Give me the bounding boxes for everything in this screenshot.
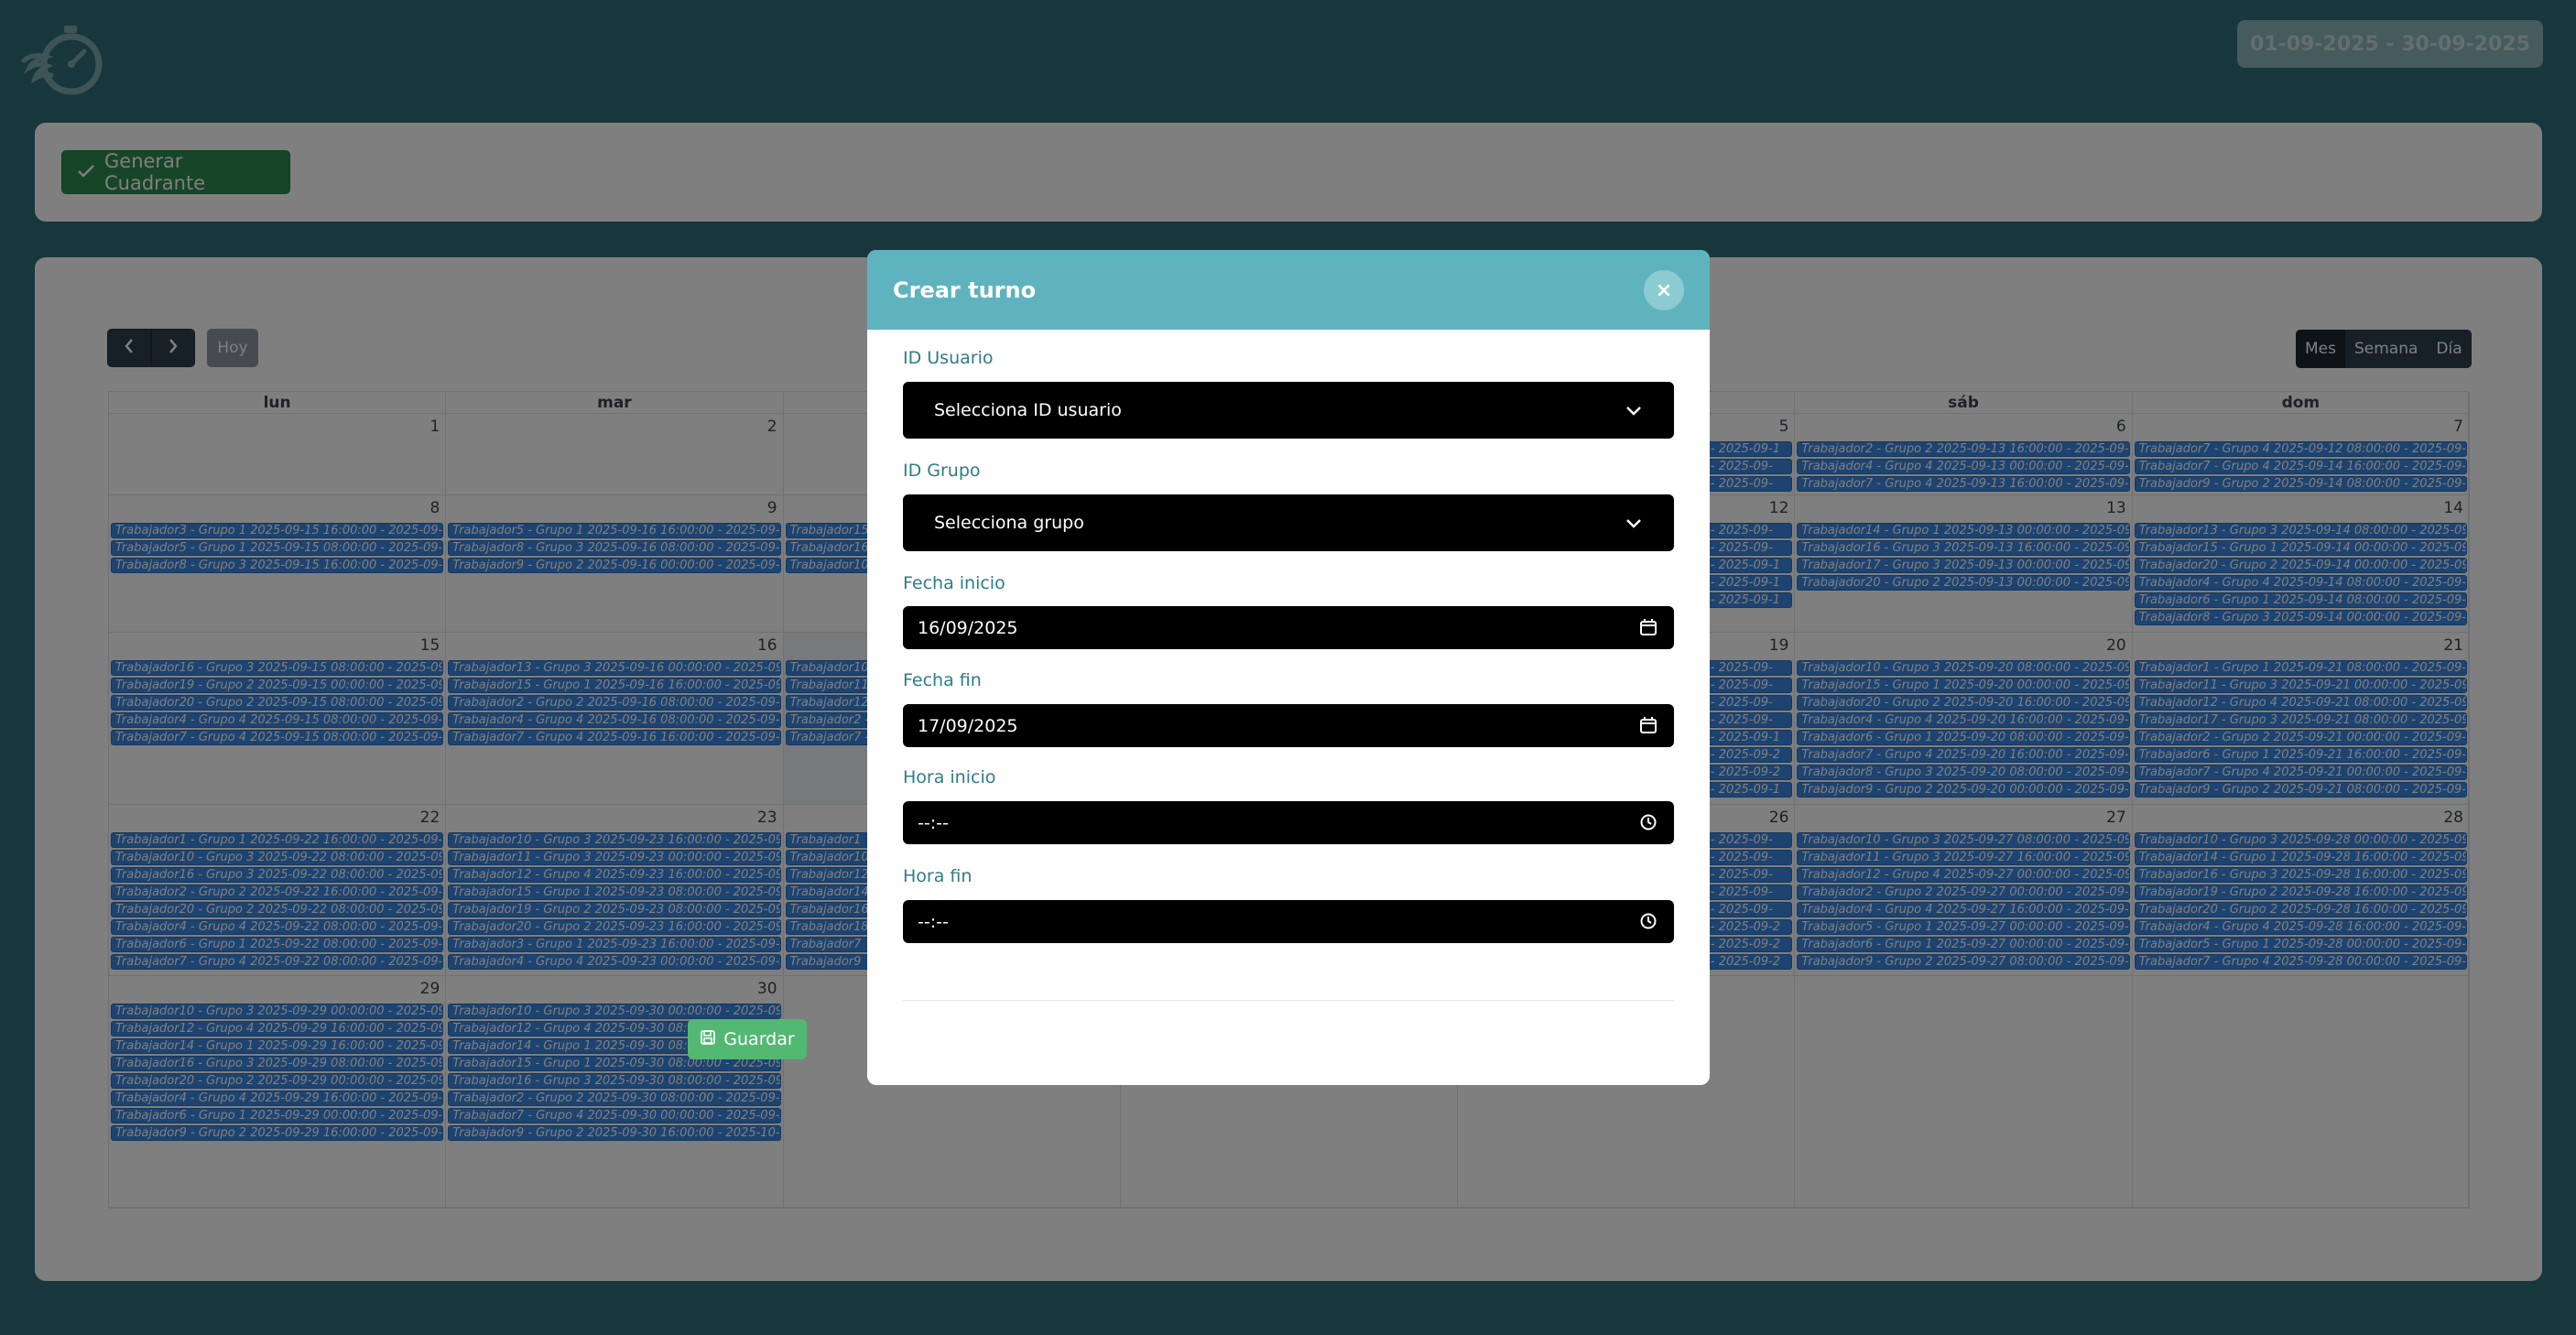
start-date-value: 16/09/2025	[918, 617, 1018, 638]
end-time-value: --:--	[918, 911, 949, 932]
clock-icon[interactable]	[1639, 912, 1658, 935]
save-button[interactable]: Guardar	[688, 1019, 807, 1059]
modal-divider	[903, 1000, 1674, 1001]
end-time-label: Hora fin	[903, 866, 973, 886]
start-date-label: Fecha inicio	[903, 573, 1005, 593]
end-time-input[interactable]: --:--	[903, 900, 1674, 943]
clock-icon[interactable]	[1639, 813, 1658, 836]
modal-title: Crear turno	[893, 277, 1037, 303]
group-id-label: ID Grupo	[903, 461, 981, 481]
start-time-input[interactable]: --:--	[903, 801, 1674, 844]
end-date-value: 17/09/2025	[918, 715, 1018, 736]
group-id-select-value: Selecciona grupo	[934, 513, 1084, 533]
end-date-label: Fecha fin	[903, 670, 982, 690]
calendar-icon[interactable]	[1639, 716, 1658, 739]
user-id-select[interactable]: Selecciona ID usuario	[903, 382, 1674, 439]
user-id-select-value: Selecciona ID usuario	[934, 400, 1122, 420]
save-label: Guardar	[723, 1029, 795, 1049]
start-date-input[interactable]: 16/09/2025	[903, 606, 1674, 649]
floppy-disk-icon	[700, 1029, 716, 1050]
chevron-down-icon	[1625, 515, 1643, 535]
end-date-input[interactable]: 17/09/2025	[903, 704, 1674, 747]
modal-header: Crear turno ×	[867, 250, 1710, 330]
group-id-select[interactable]: Selecciona grupo	[903, 494, 1674, 551]
start-time-value: --:--	[918, 812, 949, 833]
close-icon[interactable]: ×	[1644, 270, 1684, 310]
user-id-label: ID Usuario	[903, 348, 994, 368]
start-time-label: Hora inicio	[903, 767, 996, 787]
chevron-down-icon	[1625, 402, 1643, 422]
calendar-icon[interactable]	[1639, 618, 1658, 641]
create-shift-modal: Crear turno × ID Usuario Selecciona ID u…	[867, 250, 1710, 1085]
